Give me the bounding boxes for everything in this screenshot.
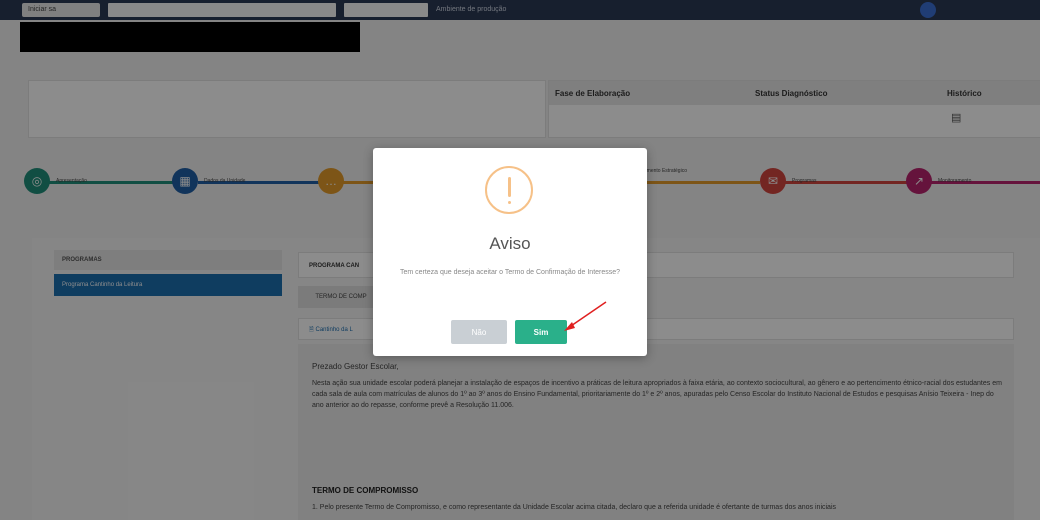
cancel-button[interactable]: Não (451, 320, 507, 344)
confirm-button[interactable]: Sim (515, 320, 567, 344)
dialog-title: Aviso (489, 234, 531, 253)
dialog-message: Tem certeza que deseja aceitar o Termo d… (399, 269, 621, 276)
warning-icon (485, 166, 533, 214)
warning-dialog: Aviso Tem certeza que deseja aceitar o T… (373, 148, 647, 356)
